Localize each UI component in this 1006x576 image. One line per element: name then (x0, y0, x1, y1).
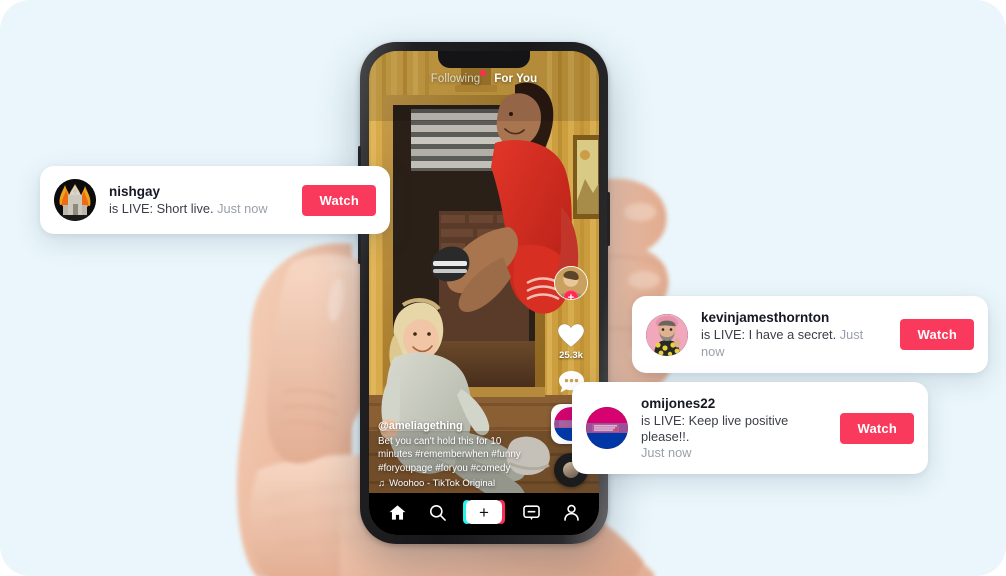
mute-switch[interactable] (358, 146, 361, 168)
bottom-tab-bar: + (369, 493, 599, 535)
feed-top-navigation: Following For You (369, 70, 599, 85)
tab-home[interactable] (386, 501, 408, 523)
video-description: Bet you can't hold this for 10 minutes #… (378, 435, 521, 474)
phone-notch (438, 51, 530, 68)
tab-for-you-label: For You (494, 73, 538, 85)
tab-create-button[interactable]: + (463, 500, 505, 524)
watch-button[interactable]: Watch (840, 412, 914, 444)
watch-button[interactable]: Watch (900, 319, 974, 350)
live-notification-card[interactable]: kevinjamesthornton is LIVE: I have a sec… (632, 296, 988, 373)
notification-username[interactable]: kevinjamesthornton (701, 309, 887, 326)
bearded-man-avatar[interactable] (646, 313, 688, 356)
music-row[interactable]: ♫ Woohoo - TikTok Original (378, 478, 528, 489)
creator-avatar-button[interactable]: + (554, 266, 588, 300)
tab-profile[interactable] (560, 501, 582, 523)
search-icon[interactable] (428, 503, 447, 522)
heart-icon[interactable] (557, 323, 585, 349)
notification-time: Just now (217, 200, 268, 216)
person-icon[interactable] (562, 503, 581, 522)
power-button[interactable] (607, 192, 610, 246)
phone-device: Following For You + 25.3k @ameliagething… (358, 42, 610, 544)
tab-for-you[interactable]: For You (494, 73, 537, 85)
live-notification-card[interactable]: nishgay is LIVE: Short live. Just now Wa… (40, 166, 390, 234)
like-button[interactable]: 25.3k (557, 323, 585, 361)
notification-message-text: is LIVE: I have a secret. (701, 327, 837, 342)
plus-icon: + (479, 502, 489, 522)
notification-time: Just now (641, 445, 692, 460)
notification-message: is LIVE: Keep live positive please!!. (641, 413, 789, 444)
video-caption: @ameliagething Bet you can't hold this f… (378, 420, 528, 490)
notification-username[interactable]: omijones22 (641, 395, 827, 412)
creator-avatar[interactable]: + (554, 266, 588, 300)
follow-plus-icon[interactable]: + (563, 290, 579, 299)
creator-handle[interactable]: @ameliagething (378, 420, 528, 432)
phone-screen: Following For You + 25.3k @ameliagething… (369, 51, 599, 535)
notification-text: kevinjamesthornton is LIVE: I have a sec… (701, 309, 887, 360)
like-count: 25.3k (559, 350, 583, 361)
inbox-icon[interactable] (522, 503, 541, 522)
tab-inbox[interactable] (520, 501, 542, 523)
notification-message: is LIVE: I have a secret. Just now (701, 327, 887, 360)
notification-username[interactable]: nishgay (109, 183, 289, 200)
watch-button[interactable]: Watch (302, 184, 376, 216)
burning-church-avatar[interactable] (54, 179, 96, 221)
notification-message: is LIVE: Short live. Just now (109, 201, 289, 218)
tab-discover[interactable] (426, 501, 448, 523)
music-note-icon: ♫ (378, 478, 386, 489)
tab-following-label: Following (430, 73, 481, 85)
notification-message-text: is LIVE: Short live. (109, 200, 214, 216)
live-indicator-dot (480, 70, 487, 76)
live-notification-card[interactable]: omijones22 is LIVE: Keep live positive p… (572, 382, 928, 474)
bi-pride-flag-avatar[interactable] (586, 407, 628, 449)
notification-text: omijones22 is LIVE: Keep live positive p… (641, 395, 827, 461)
music-title: Woohoo - TikTok Original (389, 478, 496, 489)
home-icon[interactable] (388, 503, 407, 522)
screenshot-canvas: Following For You + 25.3k @ameliagething… (0, 0, 1006, 576)
notification-text: nishgay is LIVE: Short live. Just now (109, 183, 289, 218)
tab-following[interactable]: Following (430, 70, 487, 85)
